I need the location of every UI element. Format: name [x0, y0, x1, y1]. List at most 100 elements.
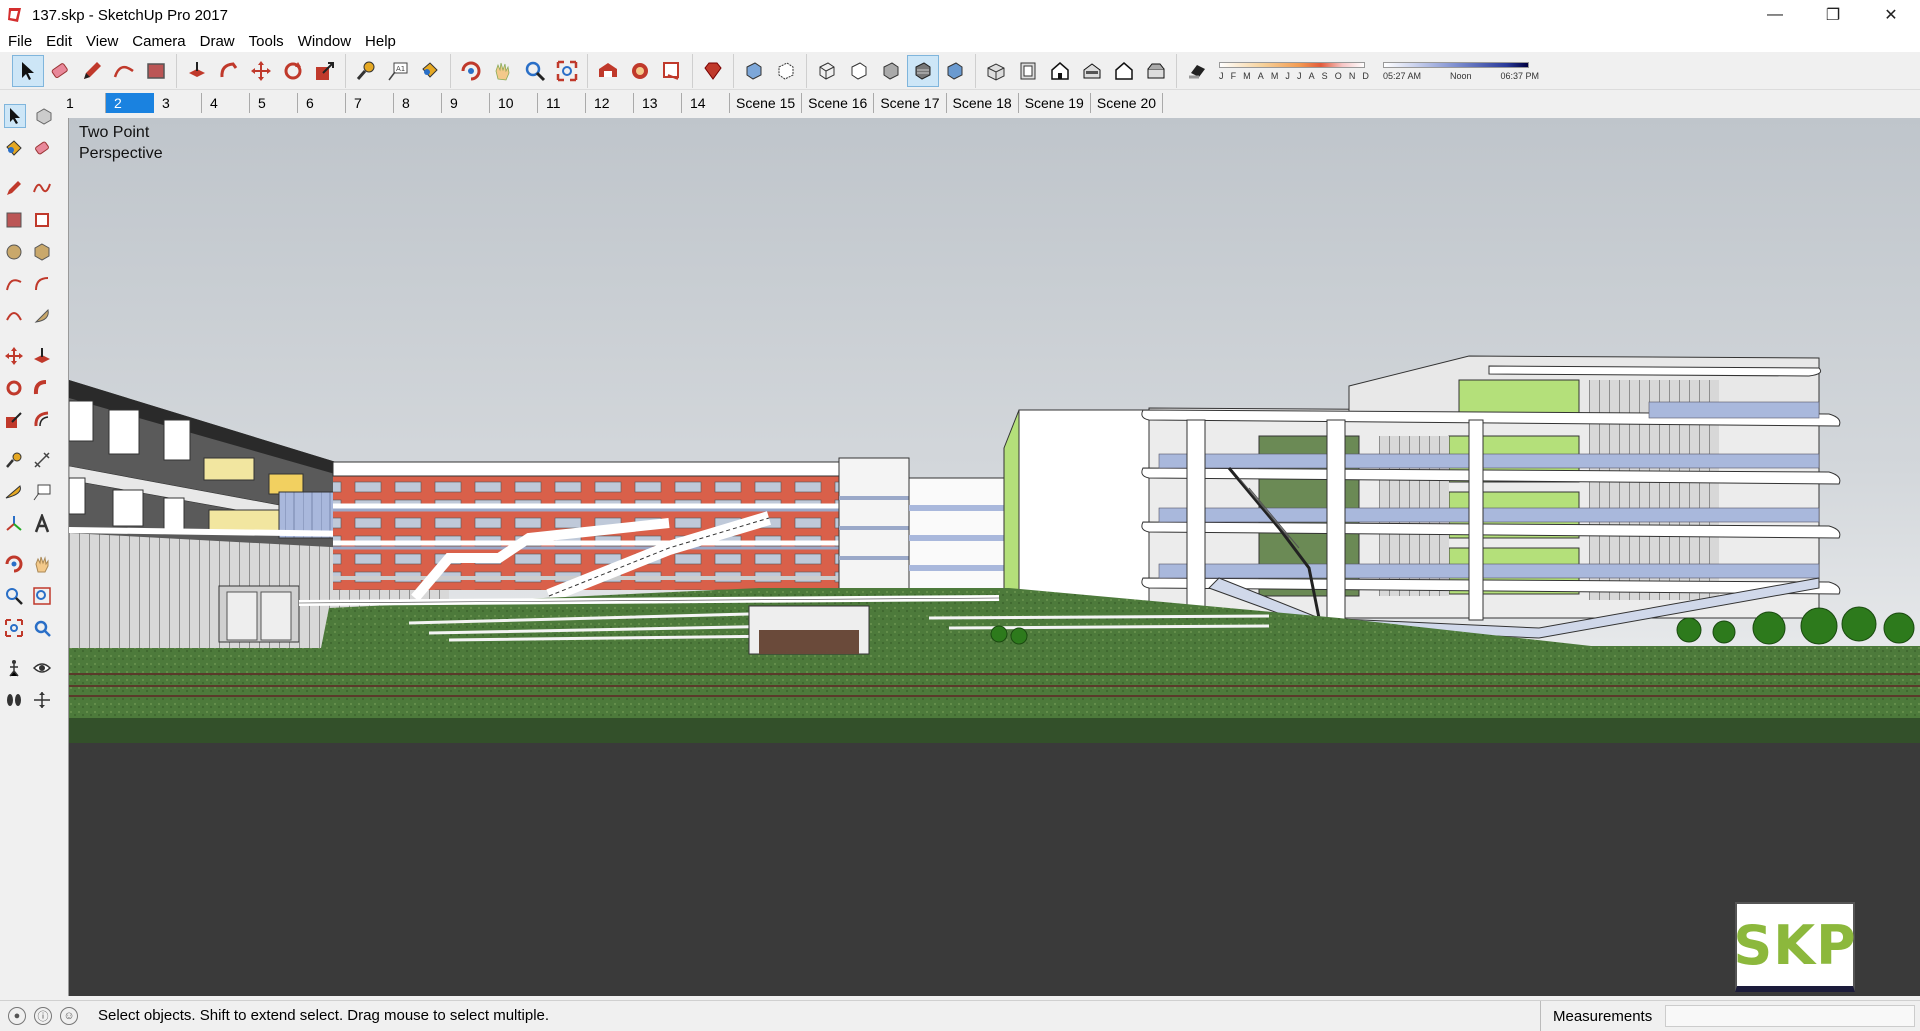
rotate-icon[interactable] — [277, 55, 309, 87]
push-pull-icon[interactable] — [181, 55, 213, 87]
rotate-tool-icon[interactable] — [4, 376, 24, 400]
scene-tab-10[interactable]: 10 — [490, 93, 538, 113]
scene-tab-16[interactable]: Scene 16 — [802, 93, 875, 113]
xray-icon[interactable] — [738, 55, 770, 87]
layout-icon[interactable] — [656, 55, 688, 87]
offset-tool-icon[interactable] — [32, 408, 52, 432]
three-point-arc-tool-icon[interactable] — [4, 304, 24, 328]
previous-view-tool-icon[interactable] — [32, 616, 52, 640]
scale-tool-icon[interactable] — [4, 408, 24, 432]
follow-me-icon[interactable] — [213, 55, 245, 87]
arc-tool-icon[interactable] — [4, 272, 24, 296]
menu-draw[interactable]: Draw — [200, 33, 235, 50]
minimize-icon[interactable]: — — [1746, 0, 1804, 30]
shadow-month-slider[interactable]: JFMAMJJASOND — [1219, 58, 1369, 84]
scene-tab-5[interactable]: 5 — [250, 93, 298, 113]
polygon-tool-icon[interactable] — [32, 240, 52, 264]
circle-tool-icon[interactable] — [4, 240, 24, 264]
menu-help[interactable]: Help — [365, 33, 396, 50]
scene-tab-13[interactable]: 13 — [634, 93, 682, 113]
two-point-arc-tool-icon[interactable] — [32, 272, 52, 296]
line-tool-icon[interactable] — [4, 176, 24, 200]
scene-tab-11[interactable]: 11 — [538, 93, 586, 113]
scene-tab-15[interactable]: Scene 15 — [730, 93, 803, 113]
tape-measure-tool-icon[interactable] — [4, 448, 24, 472]
scene-tab-6[interactable]: 6 — [298, 93, 346, 113]
paint-bucket-icon[interactable] — [414, 55, 446, 87]
scene-tab-19[interactable]: Scene 19 — [1019, 93, 1091, 113]
zoom-icon[interactable] — [519, 55, 551, 87]
walk-tool-icon[interactable] — [4, 688, 24, 712]
scene-tab-18[interactable]: Scene 18 — [947, 93, 1019, 113]
follow-me-tool-icon[interactable] — [32, 376, 52, 400]
geo-location-icon[interactable]: ● — [8, 1006, 26, 1025]
text-icon[interactable]: A1 — [382, 55, 414, 87]
orbit-icon[interactable] — [455, 55, 487, 87]
credits-icon[interactable]: ⓘ — [34, 1006, 52, 1025]
ruby-icon[interactable] — [697, 55, 729, 87]
rectangle-icon[interactable] — [140, 55, 172, 87]
pan-icon[interactable] — [487, 55, 519, 87]
shaded-icon[interactable] — [875, 55, 907, 87]
tape-measure-icon[interactable] — [350, 55, 382, 87]
protractor-tool-icon[interactable] — [4, 480, 24, 504]
menu-camera[interactable]: Camera — [132, 33, 185, 50]
building-model[interactable] — [69, 118, 1920, 996]
eraser-tool-icon[interactable] — [32, 136, 52, 160]
scene-tab-3[interactable]: 3 — [154, 93, 202, 113]
axes-tool-icon[interactable] — [4, 512, 24, 536]
scene-tab-7[interactable]: 7 — [346, 93, 394, 113]
scene-tab-14[interactable]: 14 — [682, 93, 730, 113]
scene-tab-2[interactable]: 2 — [106, 93, 154, 113]
restore-icon[interactable]: ❐ — [1804, 0, 1862, 30]
select-icon[interactable] — [12, 54, 44, 87]
zoom-extents-icon[interactable] — [551, 55, 583, 87]
zoom-extents-tool-icon[interactable] — [4, 616, 24, 640]
push-pull-tool-icon[interactable] — [32, 344, 52, 368]
hidden-line-icon[interactable] — [843, 55, 875, 87]
scene-tab-4[interactable]: 4 — [202, 93, 250, 113]
shaded-textures-icon[interactable] — [907, 54, 939, 87]
position-camera-tool-icon[interactable] — [4, 656, 24, 680]
back-edges-icon[interactable] — [770, 55, 802, 87]
pie-tool-icon[interactable] — [32, 304, 52, 328]
scene-tab-8[interactable]: 8 — [394, 93, 442, 113]
left-view-icon[interactable] — [1140, 55, 1172, 87]
orbit-tool-icon[interactable] — [4, 552, 24, 576]
front-view-icon[interactable] — [1044, 55, 1076, 87]
freehand-tool-icon[interactable] — [32, 176, 52, 200]
arc-icon[interactable] — [108, 55, 140, 87]
measurements-input[interactable] — [1665, 1005, 1915, 1027]
scale-icon[interactable] — [309, 55, 341, 87]
scene-tab-20[interactable]: Scene 20 — [1091, 93, 1164, 113]
wireframe-icon[interactable] — [811, 55, 843, 87]
shadow-time-slider[interactable]: 05:27 AM Noon 06:37 PM — [1383, 58, 1539, 84]
model-viewport[interactable]: Two Point Perspective SKP — [68, 118, 1920, 996]
move-icon[interactable] — [245, 55, 277, 87]
zoom-tool-icon[interactable] — [4, 584, 24, 608]
pan-tool-icon[interactable] — [32, 552, 52, 576]
rectangle-tool-icon[interactable] — [4, 208, 24, 232]
text-tool-icon[interactable] — [32, 480, 52, 504]
select-tool-icon[interactable] — [4, 104, 26, 128]
3d-text-tool-icon[interactable] — [32, 512, 52, 536]
right-view-icon[interactable] — [1076, 55, 1108, 87]
back-view-icon[interactable] — [1108, 55, 1140, 87]
move-tool-icon[interactable] — [4, 344, 24, 368]
top-view-icon[interactable] — [1012, 55, 1044, 87]
eraser-icon[interactable] — [44, 55, 76, 87]
close-icon[interactable]: ✕ — [1862, 0, 1920, 30]
make-component-icon[interactable] — [34, 104, 54, 128]
pencil-icon[interactable] — [76, 55, 108, 87]
extension-icon[interactable] — [624, 55, 656, 87]
scene-tab-1[interactable]: 1 — [58, 93, 106, 113]
dimension-tool-icon[interactable] — [32, 448, 52, 472]
shadows-icon[interactable] — [1181, 55, 1213, 87]
section-plane-tool-icon[interactable] — [32, 688, 52, 712]
user-icon[interactable]: ☺ — [60, 1006, 78, 1025]
rotated-rectangle-tool-icon[interactable] — [32, 208, 52, 232]
paint-tool-icon[interactable] — [4, 136, 24, 160]
iso-view-icon[interactable] — [980, 55, 1012, 87]
scene-tab-9[interactable]: 9 — [442, 93, 490, 113]
monochrome-icon[interactable] — [939, 55, 971, 87]
